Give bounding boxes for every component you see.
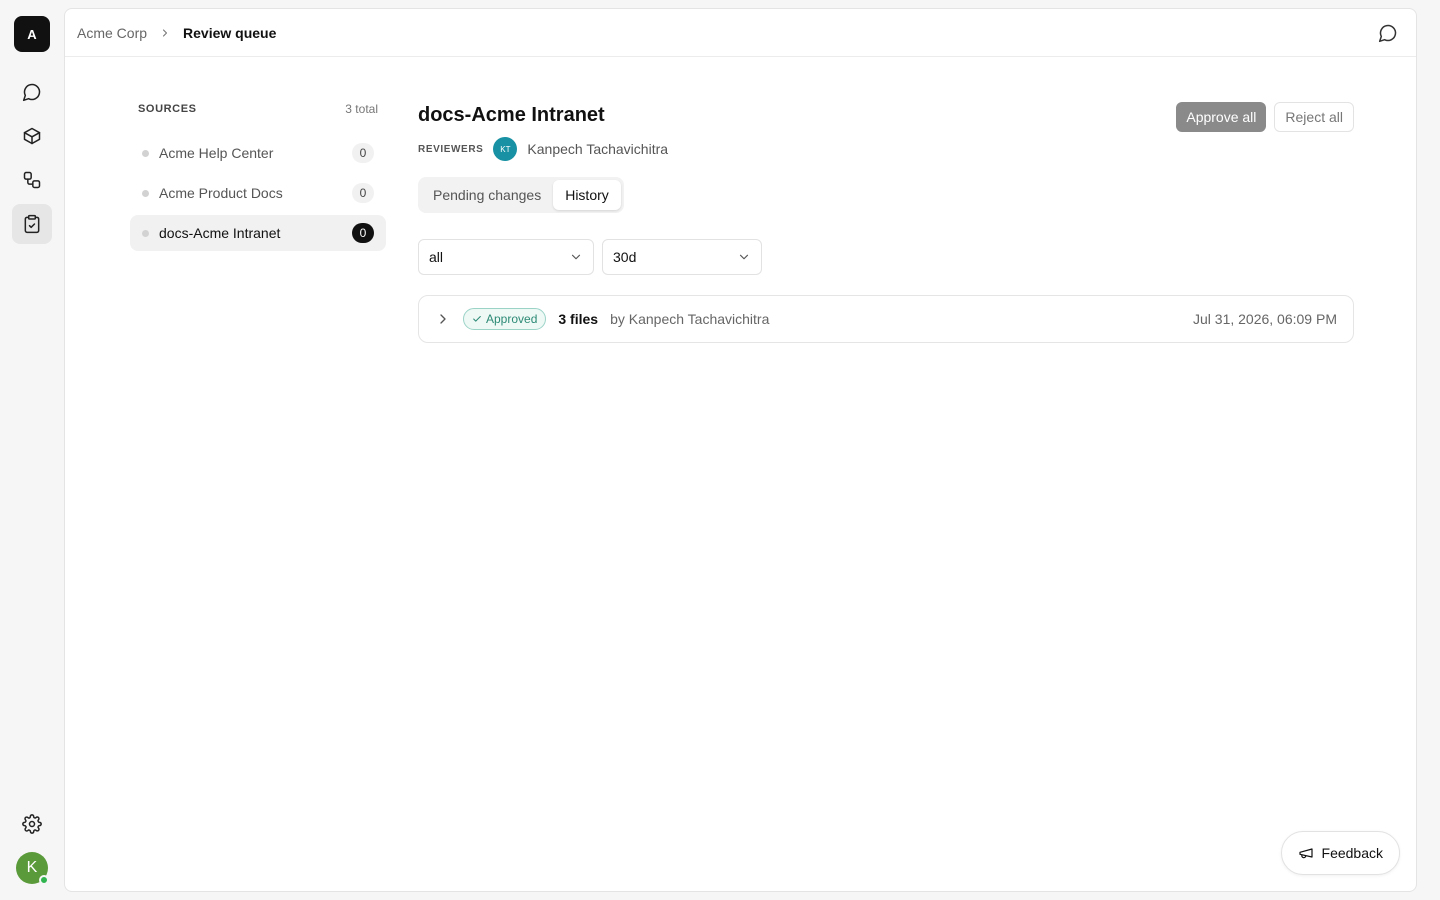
breadcrumb-root[interactable]: Acme Corp: [77, 25, 147, 41]
chat-icon: [22, 83, 41, 102]
settings-button[interactable]: [12, 804, 52, 844]
reviewer-avatar: KT: [493, 137, 518, 161]
main-panel: Acme Corp Review queue SOURCES 3 total A…: [64, 8, 1417, 892]
tab-history[interactable]: History: [553, 180, 621, 210]
source-item-acme-help-center[interactable]: Acme Help Center 0: [130, 135, 386, 171]
source-name: Acme Product Docs: [159, 185, 283, 201]
source-name: Acme Help Center: [159, 145, 274, 161]
source-name: docs-Acme Intranet: [159, 225, 281, 241]
breadcrumb-current: Review queue: [183, 24, 277, 41]
approve-all-button[interactable]: Approve all: [1176, 102, 1267, 132]
online-status-dot: [39, 875, 49, 885]
check-icon: [473, 315, 481, 322]
history-timestamp: Jul 31, 2026, 06:09 PM: [1193, 311, 1337, 327]
search-button[interactable]: [1376, 21, 1400, 45]
bulk-actions: Approve all Reject all: [1176, 102, 1354, 132]
chevron-right-icon: [159, 27, 171, 39]
user-initial: K: [26, 859, 38, 876]
search-icon: [1378, 24, 1397, 43]
sources-panel: SOURCES 3 total Acme Help Center 0 Acme …: [130, 101, 386, 255]
gear-icon: [22, 814, 42, 834]
tab-pending-changes[interactable]: Pending changes: [421, 180, 553, 210]
status-badge: Approved: [463, 308, 547, 330]
source-count-badge: 0: [352, 143, 374, 163]
knowledge-nav-button[interactable]: [12, 116, 52, 156]
type-filter-value: all: [429, 249, 444, 265]
feedback-label: Feedback: [1321, 845, 1383, 861]
cube-icon: [23, 127, 41, 145]
sources-title: SOURCES: [138, 103, 197, 115]
reject-all-button[interactable]: Reject all: [1274, 102, 1354, 132]
workspace-logo[interactable]: A: [14, 16, 50, 52]
source-status-dot: [142, 229, 149, 237]
source-detail: docs-Acme Intranet REVIEWERS KT Kanpech …: [418, 101, 1354, 343]
workflow-nav-button[interactable]: [12, 160, 52, 200]
source-count-badge: 0: [352, 183, 374, 203]
user-avatar[interactable]: K: [16, 852, 49, 885]
breadcrumb: Acme Corp Review queue: [65, 9, 1416, 57]
files-count: 3 files: [558, 311, 599, 327]
source-status-dot: [142, 149, 149, 157]
chevron-right-icon[interactable]: [435, 311, 451, 327]
megaphone-icon: [1298, 848, 1313, 859]
source-item-docs-acme-intranet[interactable]: docs-Acme Intranet 0: [130, 215, 386, 251]
history-author: by Kanpech Tachavichitra: [610, 311, 770, 327]
range-filter-value: 30d: [613, 249, 637, 265]
chevron-down-icon: [571, 254, 581, 260]
feedback-button[interactable]: Feedback: [1280, 831, 1400, 875]
history-filters: all 30d: [418, 239, 1354, 275]
chevron-down-icon: [739, 254, 749, 260]
reviewers-label: REVIEWERS: [418, 143, 484, 155]
type-filter-select[interactable]: all: [418, 239, 594, 275]
range-filter-select[interactable]: 30d: [602, 239, 762, 275]
source-count-badge: 0: [352, 223, 374, 243]
clipboard-check-icon: [24, 214, 40, 234]
chat-nav-button[interactable]: [12, 72, 52, 112]
source-status-dot: [142, 189, 149, 197]
reviewers-row: REVIEWERS KT Kanpech Tachavichitra: [418, 137, 1354, 161]
workflow-icon: [23, 171, 41, 189]
detail-tabs: Pending changes History: [418, 177, 624, 213]
review-queue-nav-button[interactable]: [12, 204, 52, 244]
status-label: Approved: [486, 312, 538, 326]
history-row[interactable]: Approved 3 files by Kanpech Tachavichitr…: [418, 295, 1354, 343]
sources-total: 3 total: [345, 102, 378, 116]
reviewer-name: Kanpech Tachavichitra: [527, 141, 669, 157]
source-item-acme-product-docs[interactable]: Acme Product Docs 0: [130, 175, 386, 211]
left-rail: A K: [0, 0, 64, 900]
